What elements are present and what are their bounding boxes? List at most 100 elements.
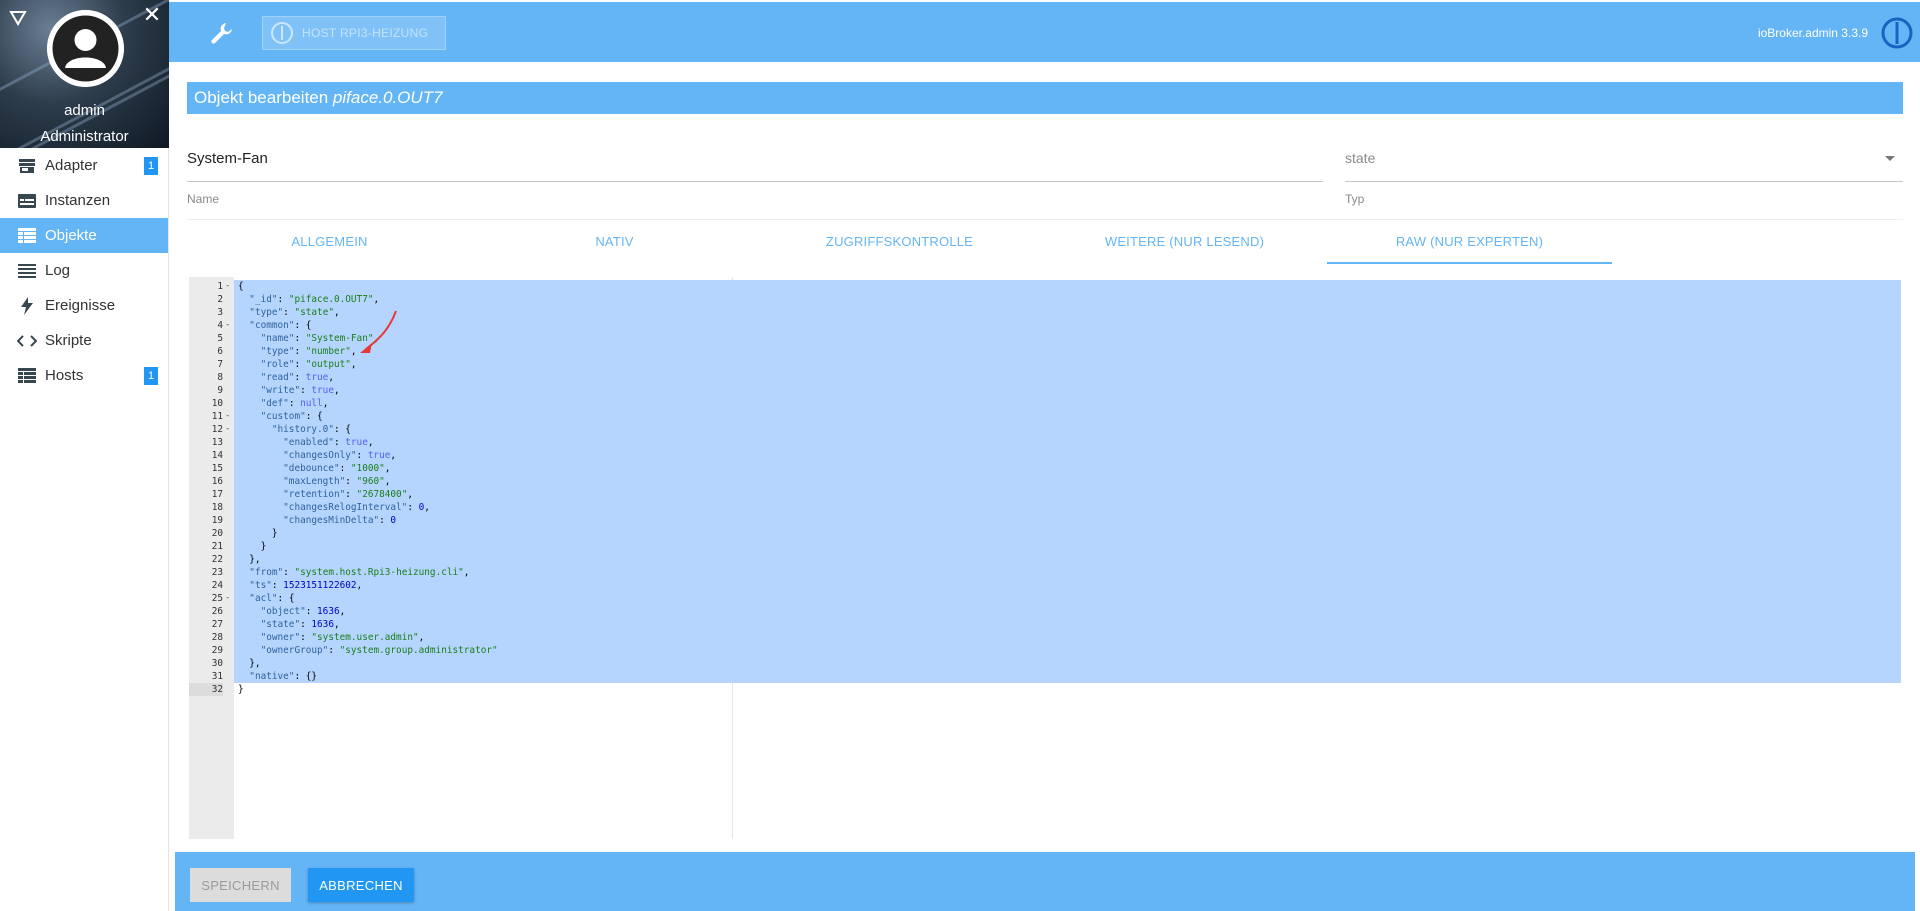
sidebar-item-ereignisse[interactable]: Ereignisse [0,288,168,323]
fold-toggle-icon[interactable]: - [225,410,233,423]
line-number: 23 [211,567,223,578]
code-line: 25- "acl": { [189,592,1901,605]
avatar [47,10,124,87]
dialog-title-object: piface.0.OUT7 [332,88,443,107]
sidebar-item-label: Instanzen [45,192,111,209]
line-number: 8 [217,372,223,383]
code-line: 15 "debounce": "1000", [189,462,1901,475]
sidebar-item-skripte[interactable]: Skripte [0,323,168,358]
line-number: 5 [217,333,223,344]
sidebar-item-label: Hosts [45,367,84,384]
sidebar-item-objekte[interactable]: Objekte [0,218,168,253]
line-number: 11 [211,411,223,422]
dialog-footer: SPEICHERN ABBRECHEN [175,852,1915,911]
sidebar: ✕ admin Administrator Adapter 1 Instanze… [0,0,169,911]
line-number: 29 [211,645,223,656]
line-number: 27 [211,619,223,630]
fold-toggle-icon[interactable]: - [225,423,233,436]
tab-weitere[interactable]: WEITERE (NUR LESEND) [1042,220,1327,264]
line-number: 1 [217,281,223,292]
code-line: 12- "history.0": { [189,423,1901,436]
user-name: admin [64,102,105,119]
editor-lines: 1-{2 "_id": "piface.0.OUT7", 3 "type": "s… [189,280,1901,696]
line-number: 6 [217,346,223,357]
line-number: 28 [211,632,223,643]
iobroker-logo-icon [1880,16,1914,50]
code-line: 13 "enabled": true, [189,436,1901,449]
code-line: 1-{ [189,280,1901,293]
name-label: Name [187,192,220,206]
line-number: 2 [217,294,223,305]
code-text: } [238,684,244,695]
line-number: 4 [217,320,223,331]
code-text: "maxLength": "960", [283,476,391,487]
code-text: "changesOnly": true, [283,450,397,461]
code-line: 20 } [189,527,1901,540]
code-text: "_id": "piface.0.OUT7", [249,294,380,305]
events-icon [17,296,37,315]
code-line: 23 "from": "system.host.Rpi3-heizung.cli… [189,566,1901,579]
close-sidebar-button[interactable]: ✕ [141,4,163,26]
code-text: } [238,528,278,539]
type-select-value: state [1345,150,1376,166]
code-line: 21 } [189,540,1901,553]
log-icon [17,262,37,280]
fold-toggle-icon[interactable]: - [225,319,233,332]
code-text: { [238,281,244,292]
line-number: 16 [211,476,223,487]
line-number: 21 [211,541,223,552]
hosts-icon [17,367,37,385]
code-text: "native": {} [249,671,318,682]
name-input[interactable]: System-Fan [187,144,1323,182]
code-text: }, [238,658,261,669]
line-number: 12 [211,424,223,435]
line-number: 9 [217,385,223,396]
line-number: 32 [189,683,223,696]
sidebar-item-instanzen[interactable]: Instanzen [0,183,168,218]
tab-zugriffskontrolle[interactable]: ZUGRIFFSKONTROLLE [757,220,1042,264]
instances-icon [17,192,37,210]
code-text: "retention": "2678400", [283,489,414,500]
menu-toggle-icon[interactable] [8,8,28,28]
tab-nativ[interactable]: NATIV [472,220,757,264]
code-text: "read": true, [260,372,334,383]
line-number: 18 [211,502,223,513]
code-line: 19 "changesMinDelta": 0 [189,514,1901,527]
line-number: 10 [211,398,223,409]
cancel-button[interactable]: ABBRECHEN [308,868,414,902]
code-text: "acl": { [249,593,295,604]
line-number: 13 [211,437,223,448]
sidebar-item-label: Skripte [45,332,92,349]
host-selector[interactable]: HOST RPI3-HEIZUNG [262,16,446,50]
code-line: 10 "def": null, [189,397,1901,410]
type-select[interactable]: state [1345,144,1903,182]
tab-allgemein[interactable]: ALLGEMEIN [187,220,472,264]
code-line: 24 "ts": 1523151122602, [189,579,1901,592]
top-bar: HOST RPI3-HEIZUNG ioBroker.admin 3.3.9 [169,2,1920,62]
code-text: "changesRelogInterval": 0, [283,502,430,513]
code-text: "common": { [249,320,312,331]
save-button[interactable]: SPEICHERN [190,868,291,902]
fold-toggle-icon[interactable]: - [225,592,233,605]
fold-toggle-icon[interactable]: - [225,280,233,293]
sidebar-item-log[interactable]: Log [0,253,168,288]
code-line: 18 "changesRelogInterval": 0, [189,501,1901,514]
line-number: 3 [217,307,223,318]
tab-raw[interactable]: RAW (NUR EXPERTEN) [1327,220,1612,264]
code-text: "state": 1636, [260,619,340,630]
scripts-icon [17,332,37,350]
line-number: 24 [211,580,223,591]
code-text: "def": null, [260,398,329,409]
code-line: 31 "native": {} [189,670,1901,683]
wrench-icon[interactable] [209,20,235,46]
line-number: 31 [211,671,223,682]
sidebar-item-hosts[interactable]: Hosts 1 [0,358,168,393]
json-editor[interactable]: 1-{2 "_id": "piface.0.OUT7", 3 "type": "s… [189,277,1901,839]
sidebar-nav: Adapter 1 Instanzen Objekte Log Ereignis… [0,148,168,393]
line-number: 14 [211,450,223,461]
code-line: 26 "object": 1636, [189,605,1901,618]
code-text: "type": "state", [249,307,340,318]
sidebar-item-label: Ereignisse [45,297,116,314]
sidebar-item-adapter[interactable]: Adapter 1 [0,148,168,183]
code-text: "write": true, [260,385,340,396]
